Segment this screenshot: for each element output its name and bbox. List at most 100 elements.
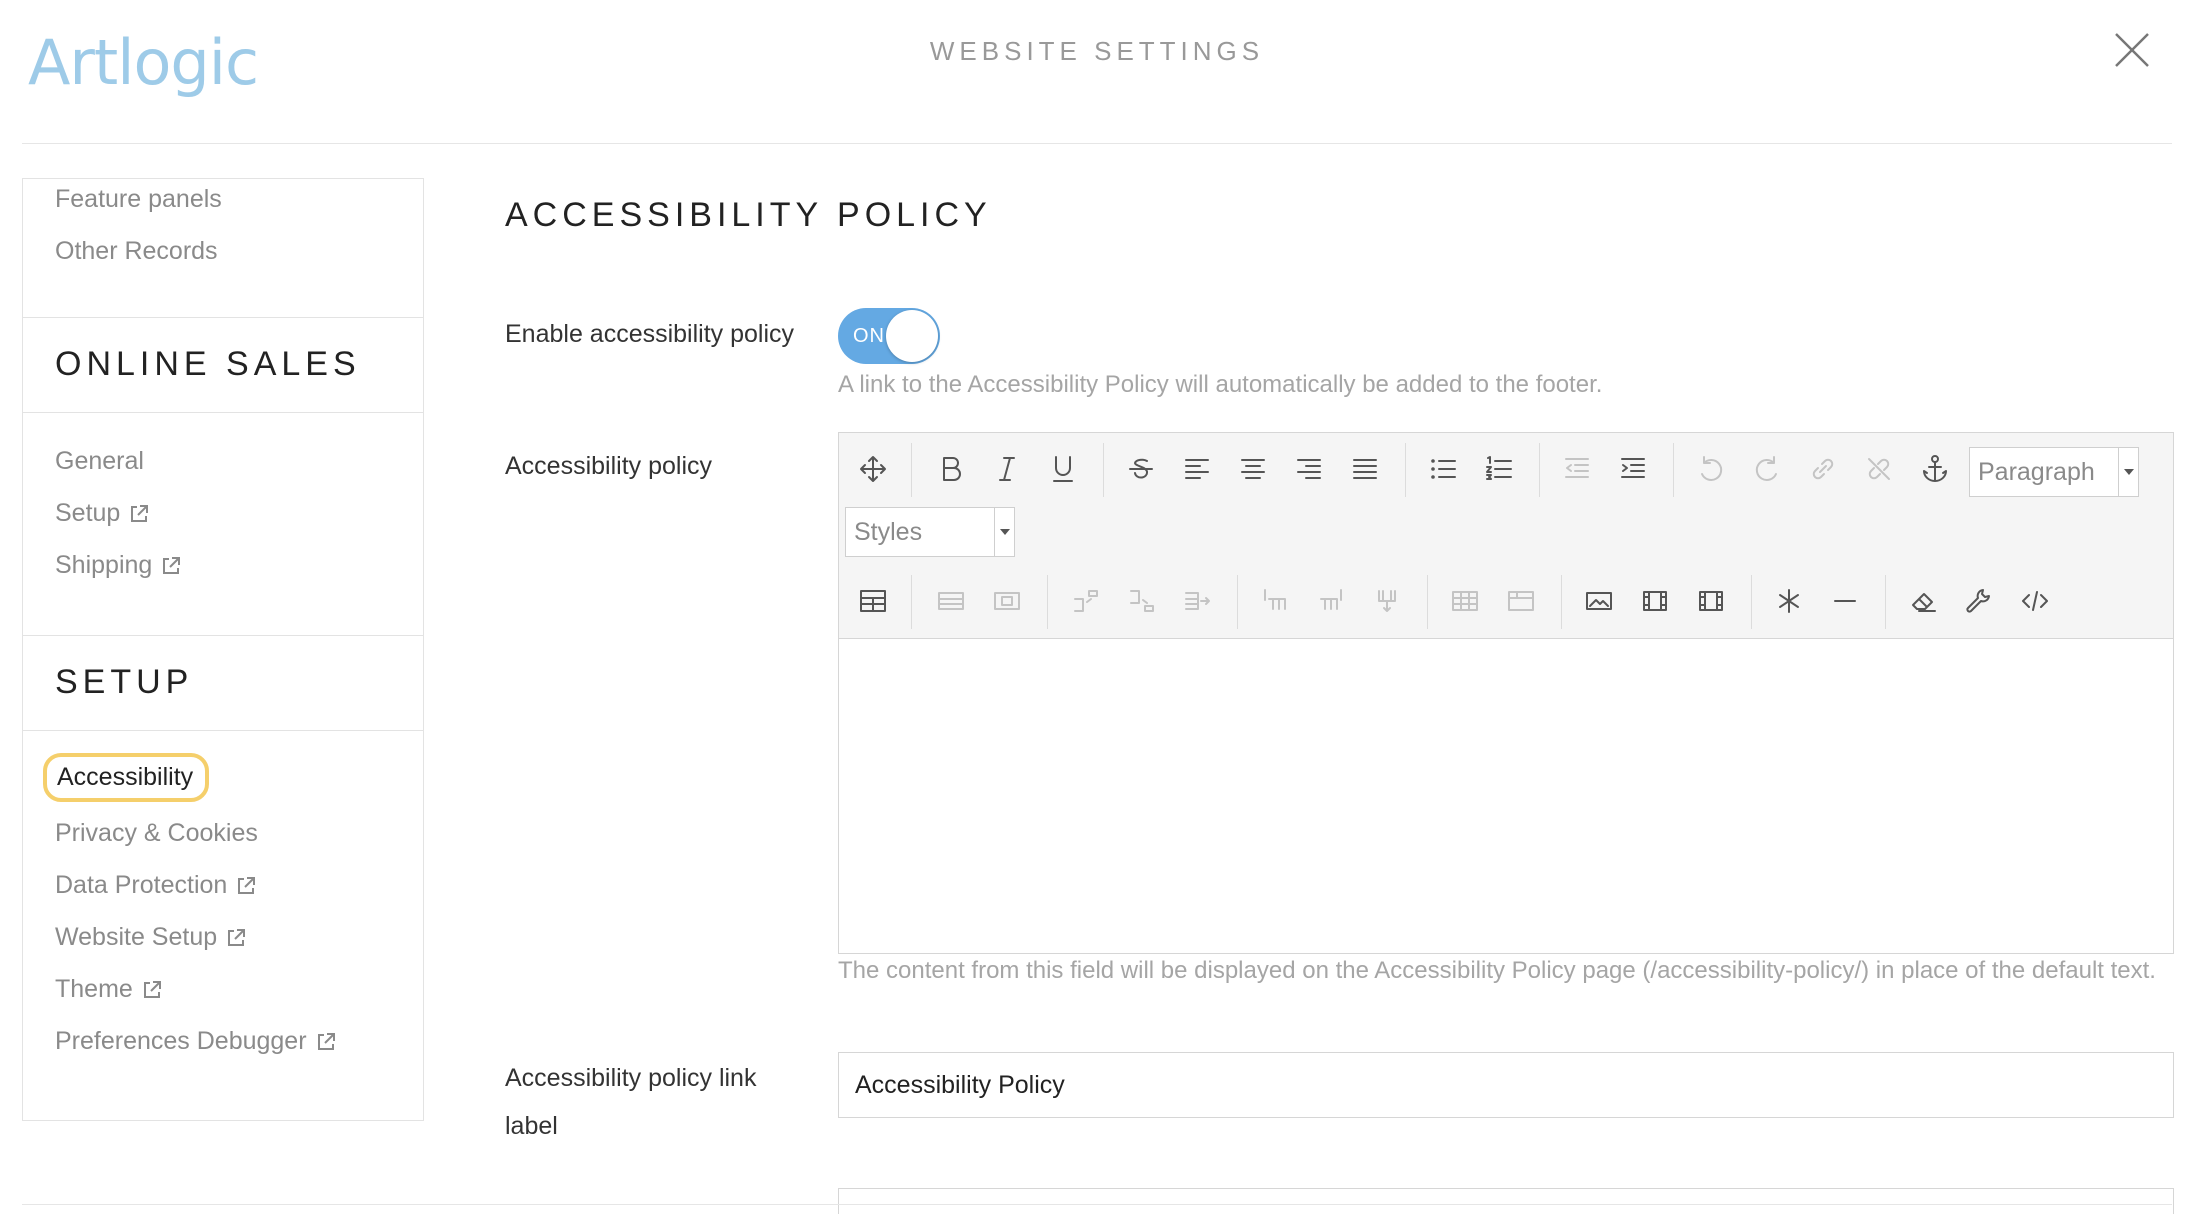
align-left-icon[interactable] [1175,447,1219,491]
redo-icon[interactable] [1745,447,1789,491]
enable-policy-toggle[interactable]: ON [838,308,940,364]
next-field-input[interactable] [838,1188,2174,1214]
table-icon[interactable] [851,579,895,623]
special-char-icon[interactable] [1767,579,1811,623]
sidebar-item-shipping[interactable]: Shipping [55,551,182,580]
merge-cells-icon[interactable] [1443,579,1487,623]
sidebar-item-label: Feature panels [55,185,222,213]
unlink-icon[interactable] [1857,447,1901,491]
sidebar-item-other-records[interactable]: Other Records [55,237,218,266]
external-link-icon [163,556,181,574]
insert-row-after-icon[interactable] [1119,579,1163,623]
insert-col-after-icon[interactable] [1309,579,1353,623]
insert-row-before-icon[interactable] [1063,579,1107,623]
toolbar-separator [1047,575,1048,629]
toolbar-separator [1237,575,1238,629]
external-link-icon [317,1032,335,1050]
sidebar-item-privacy-cookies[interactable]: Privacy & Cookies [55,819,258,848]
align-right-icon[interactable] [1287,447,1331,491]
sidebar-item-label: Accessibility [57,763,194,791]
page-title: WEBSITE SETTINGS [929,36,1265,66]
styles-select[interactable]: Styles [845,507,1015,557]
insert-col-before-icon[interactable] [1253,579,1297,623]
sidebar-item-data-protection[interactable]: Data Protection [55,871,257,900]
link-label-input[interactable]: Accessibility Policy [838,1052,2174,1118]
section-title: ACCESSIBILITY POLICY [505,196,992,234]
sidebar-section-setup: SETUP [23,635,423,731]
editor-toolbar: Paragraph Styles [839,433,2173,639]
sidebar-item-label: Setup [55,499,121,527]
toolbar-separator [1885,575,1886,629]
underline-icon[interactable] [1041,447,1085,491]
rich-text-editor: Paragraph Styles [838,432,2174,954]
external-link-icon [143,980,161,998]
enable-policy-label: Enable accessibility policy [505,320,795,348]
footer-divider [22,1204,2172,1205]
sidebar-item-label: Privacy & Cookies [55,819,258,847]
table-row-props-icon[interactable] [929,579,973,623]
anchor-icon[interactable] [1913,447,1957,491]
media-icon[interactable] [1633,579,1677,623]
policy-content-label: Accessibility policy [505,452,713,480]
code-icon[interactable] [2013,579,2057,623]
chevron-down-icon [994,508,1014,556]
split-cells-icon[interactable] [1499,579,1543,623]
sidebar-item-label: Data Protection [55,871,228,899]
policy-content-help: The content from this field will be disp… [838,957,2156,984]
sidebar-item-feature-panels[interactable]: Feature panels [55,185,222,214]
editor-content-area[interactable] [839,640,2173,953]
outdent-icon[interactable] [1555,447,1599,491]
paragraph-format-select[interactable]: Paragraph [1969,447,2139,497]
wrench-icon[interactable] [1957,579,2001,623]
sidebar-item-label: Shipping [55,551,153,579]
sidebar-item-general[interactable]: General [55,447,144,476]
delete-row-icon[interactable] [1175,579,1219,623]
toolbar-separator [1427,575,1428,629]
toolbar-separator [911,443,912,497]
italic-icon[interactable] [985,447,1029,491]
sidebar-section-heading: SETUP [55,663,194,701]
toolbar-separator [1561,575,1562,629]
delete-col-icon[interactable] [1365,579,1409,623]
sidebar-item-label: Other Records [55,237,218,265]
table-cell-props-icon[interactable] [985,579,1029,623]
enable-policy-help: A link to the Accessibility Policy will … [838,371,1603,398]
toggle-knob [886,310,938,362]
bullet-list-icon[interactable] [1421,447,1465,491]
numbered-list-icon[interactable] [1477,447,1521,491]
link-label-field-label: Accessibility policy link label [505,1064,757,1140]
align-center-icon[interactable] [1231,447,1275,491]
bold-icon[interactable] [929,447,973,491]
toolbar-separator [911,575,912,629]
toolbar-separator [1673,443,1674,497]
toggle-state-text: ON [853,325,885,347]
image-icon[interactable] [1577,579,1621,623]
undo-icon[interactable] [1689,447,1733,491]
external-link-icon [228,928,246,946]
chevron-down-icon [2118,448,2138,496]
header-divider [22,143,2172,144]
external-link-icon [131,504,149,522]
move-icon[interactable] [851,447,895,491]
strikethrough-icon[interactable] [1119,447,1163,491]
external-link-icon [238,876,256,894]
sidebar-item-website-setup[interactable]: Website Setup [55,923,247,952]
align-justify-icon[interactable] [1343,447,1387,491]
sidebar-item-label: General [55,447,144,475]
close-icon [2115,33,2149,67]
horizontal-rule-icon[interactable] [1823,579,1867,623]
paragraph-format-value: Paragraph [1978,458,2095,486]
sidebar-section-online-sales: ONLINE SALES [23,317,423,413]
sidebar-item-setup[interactable]: Setup [55,499,150,528]
indent-icon[interactable] [1611,447,1655,491]
sidebar-item-preferences-debugger[interactable]: Preferences Debugger [55,1027,337,1056]
toolbar-separator [1751,575,1752,629]
sidebar-item-label: Preferences Debugger [55,1027,307,1055]
eraser-icon[interactable] [1901,579,1945,623]
sidebar-item-theme[interactable]: Theme [55,975,163,1004]
video-icon[interactable] [1689,579,1733,623]
link-icon[interactable] [1801,447,1845,491]
sidebar-item-accessibility[interactable]: Accessibility [43,753,210,802]
sidebar-section-heading: ONLINE SALES [55,345,361,383]
close-button[interactable] [2110,28,2154,72]
